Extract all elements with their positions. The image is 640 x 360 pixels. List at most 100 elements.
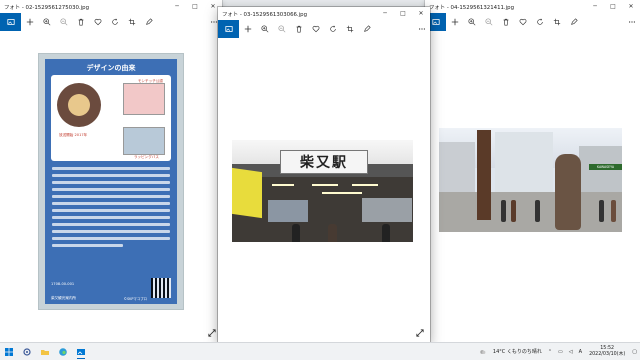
maximize-button[interactable]: □ <box>394 7 412 20</box>
sign-illustration: 放送開始 2017年 モンチッチ公認 ラッピングバス <box>51 75 171 161</box>
image-viewer[interactable]: 柴又駅 <box>218 38 430 343</box>
maximize-button[interactable]: □ <box>604 0 622 13</box>
plus-icon <box>451 18 458 26</box>
zoom-in-button[interactable] <box>256 20 273 38</box>
explorer-app[interactable] <box>36 343 54 360</box>
expand-icon[interactable] <box>208 329 216 337</box>
crop-icon <box>553 18 560 26</box>
edit-button[interactable] <box>358 20 375 38</box>
zoom-out-button[interactable] <box>480 13 497 31</box>
folder-icon <box>41 349 49 355</box>
windows-icon <box>5 347 13 356</box>
heart-icon <box>519 19 526 26</box>
weather-text[interactable]: 14°C くもりのち晴れ <box>490 348 545 355</box>
favorite-button[interactable] <box>514 13 531 31</box>
shop-sign: KAWASEYA <box>589 164 622 170</box>
station-sign: 柴又駅 <box>280 150 368 174</box>
crop-button[interactable] <box>548 13 565 31</box>
window-title: フォト - 03-1529561303066.jpg <box>222 12 307 18</box>
crop-button[interactable] <box>341 20 358 38</box>
title-bar[interactable]: フォト - 04-1529561321411.jpg ─ □ ✕ <box>425 0 640 13</box>
clock-date: 2022/03/10(木) <box>589 351 626 357</box>
minimize-button[interactable]: ─ <box>586 0 604 13</box>
trash-icon <box>296 25 301 33</box>
picture-icon <box>431 19 440 25</box>
minimize-button[interactable]: ─ <box>376 7 394 20</box>
ime-indicator[interactable]: A <box>576 349 585 355</box>
sign-org: 柴又観光案内所 <box>51 296 77 300</box>
photo-toolbar <box>425 13 640 31</box>
photo-street: KAWASEYA <box>439 128 622 232</box>
chevron-up-icon[interactable]: ⌃ <box>545 349 555 355</box>
sign-code: 1708-00-001 <box>51 282 75 286</box>
delete-button[interactable] <box>290 20 307 38</box>
volume-icon[interactable]: ◁ <box>566 349 576 355</box>
image-viewer[interactable]: デザインの由来 放送開始 2017年 モンチッチ公認 ラッピングバス 1708-… <box>0 31 222 343</box>
sign-credit: ©SKPマコプロ <box>123 297 147 301</box>
more-button[interactable] <box>623 13 640 31</box>
edge-app[interactable] <box>54 343 72 360</box>
start-button[interactable] <box>0 343 18 360</box>
photos-window-2[interactable]: フォト - 03-1529561303066.jpg ─ □ ✕ 柴又駅 <box>218 7 430 343</box>
photo2-caption: ラッピングバス <box>133 155 159 159</box>
close-button[interactable]: ✕ <box>412 7 430 20</box>
favorite-button[interactable] <box>307 20 324 38</box>
close-button[interactable]: ✕ <box>622 0 640 13</box>
image-viewer[interactable]: KAWASEYA <box>425 31 640 343</box>
title-bar[interactable]: フォト - 03-1529561303066.jpg ─ □ ✕ <box>218 7 430 20</box>
trash-icon <box>503 18 508 26</box>
expand-icon[interactable] <box>416 329 424 337</box>
qr-code <box>151 278 171 298</box>
edit-icon <box>145 18 153 25</box>
title-bar[interactable]: フォト - 02-1529561275030.jpg ─ □ ✕ <box>0 0 222 13</box>
sign-body-text <box>52 167 170 257</box>
crop-button[interactable] <box>123 13 140 31</box>
collection-button[interactable] <box>0 13 21 31</box>
zoom-out-button[interactable] <box>55 13 72 31</box>
photos-window-1[interactable]: フォト - 02-1529561275030.jpg ─ □ ✕ デザインの由来… <box>0 0 222 343</box>
rotate-button[interactable] <box>106 13 123 31</box>
photo-toolbar <box>218 20 430 38</box>
photo-toolbar <box>0 13 222 31</box>
heart-icon <box>312 26 319 33</box>
edit-button[interactable] <box>140 13 157 31</box>
picture-icon <box>224 26 233 32</box>
more-icon <box>210 21 217 23</box>
delete-button[interactable] <box>497 13 514 31</box>
rotate-button[interactable] <box>324 20 341 38</box>
maximize-button[interactable]: □ <box>186 0 204 13</box>
photos-icon <box>77 348 85 355</box>
photos-window-3[interactable]: フォト - 04-1529561321411.jpg ─ □ ✕ KAWASEY… <box>425 0 640 343</box>
more-icon <box>418 28 425 30</box>
add-button[interactable] <box>446 13 463 31</box>
crop-icon <box>128 18 135 26</box>
more-button[interactable] <box>413 20 430 38</box>
zoom-in-button[interactable] <box>38 13 55 31</box>
gear-icon <box>23 347 31 356</box>
notification-icon[interactable]: ▢ <box>629 349 640 355</box>
photo-station: 柴又駅 <box>232 140 413 242</box>
collection-button[interactable] <box>218 20 239 38</box>
photo1-caption: モンチッチ公認 <box>137 79 163 83</box>
clock[interactable]: 15:52 2022/03/10(木) <box>585 346 629 358</box>
network-icon[interactable]: ▭ <box>555 349 566 355</box>
crop-icon <box>346 25 353 33</box>
edit-icon <box>363 25 371 32</box>
heart-icon <box>94 19 101 26</box>
delete-button[interactable] <box>72 13 89 31</box>
sign-title: デザインの由来 <box>86 64 136 72</box>
settings-app[interactable] <box>18 343 36 360</box>
minimize-button[interactable]: ─ <box>168 0 186 13</box>
zoom-out-button[interactable] <box>273 20 290 38</box>
add-button[interactable] <box>21 13 38 31</box>
picture-icon <box>6 19 15 25</box>
edit-button[interactable] <box>565 13 582 31</box>
favorite-button[interactable] <box>89 13 106 31</box>
edge-icon <box>59 347 67 356</box>
zoom-in-button[interactable] <box>463 13 480 31</box>
add-button[interactable] <box>239 20 256 38</box>
weather-icon[interactable] <box>476 348 490 356</box>
photos-app[interactable] <box>72 343 90 360</box>
rotate-button[interactable] <box>531 13 548 31</box>
more-icon <box>628 21 635 23</box>
